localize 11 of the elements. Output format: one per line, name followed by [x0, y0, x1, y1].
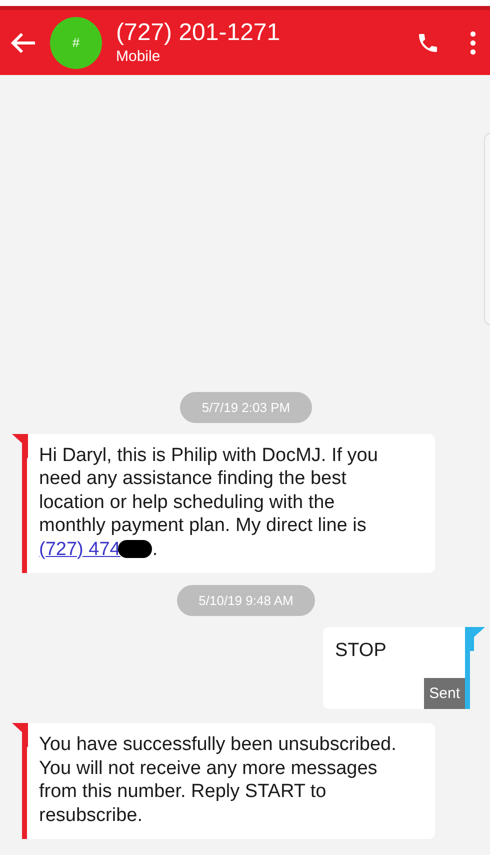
message-timestamp: 5/10/19 9:48 AM — [176, 585, 316, 616]
more-options-icon[interactable] — [470, 30, 476, 54]
back-arrow-icon[interactable] — [10, 32, 36, 54]
contact-number: (727) 201-1271 — [116, 18, 282, 46]
message-text: STOP — [334, 639, 388, 662]
number-type: Mobile — [116, 46, 162, 66]
message-text: You have successfully been unsubscribed. You will not receive any more messages from this number. Reply START to resubscribe. — [39, 733, 398, 827]
message-timestamp: 5/7/19 2:03 PM — [180, 392, 312, 422]
delivery-status: Sent — [424, 678, 465, 709]
phone-link[interactable]: (727) 474 — [39, 538, 120, 560]
message-text: Hi Daryl, this is Philip with DocMJ. If you need any assistance finding the best location or help scheduling with the monthly payment plan. My direct line is (727) 474 . — [39, 444, 379, 561]
